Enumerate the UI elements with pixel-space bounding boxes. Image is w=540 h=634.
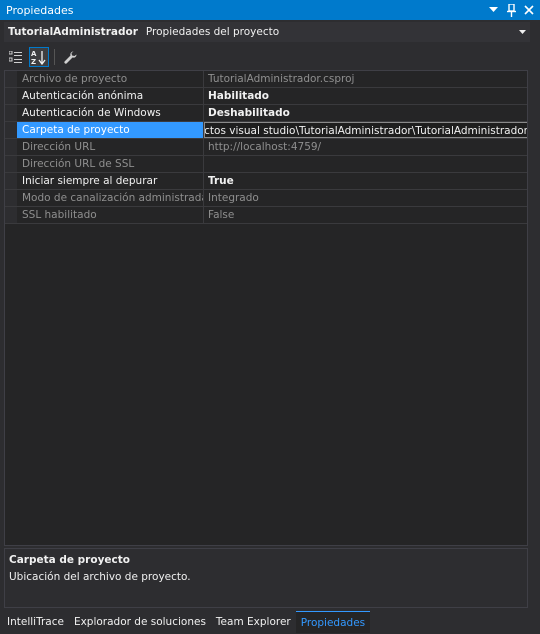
property-row[interactable]: Dirección URL de SSL	[5, 156, 527, 173]
close-icon[interactable]	[522, 2, 536, 18]
row-gutter	[5, 190, 17, 206]
window-title: Propiedades	[6, 3, 74, 17]
property-row[interactable]: SSL habilitado False	[5, 207, 527, 224]
wrench-icon[interactable]	[60, 47, 80, 67]
categorized-icon[interactable]	[6, 47, 26, 67]
properties-toolbar: A Z	[4, 46, 530, 68]
description-title: Carpeta de proyecto	[9, 554, 130, 566]
svg-text:A: A	[31, 50, 37, 58]
tab-explorador-de-soluciones[interactable]: Explorador de soluciones	[69, 611, 211, 633]
property-value[interactable]: False	[204, 207, 527, 223]
property-name: Autenticación anónima	[17, 88, 204, 104]
pin-icon[interactable]	[504, 2, 518, 18]
row-gutter	[5, 105, 17, 121]
property-value[interactable]: TutorialAdministrador.csproj	[204, 71, 527, 87]
property-grid: Archivo de proyecto TutorialAdministrado…	[4, 70, 528, 546]
row-gutter	[5, 139, 17, 155]
property-value[interactable]: True	[204, 173, 527, 189]
alphabetical-icon[interactable]: A Z	[29, 47, 49, 67]
tool-window-tabs: IntelliTrace Explorador de soluciones Te…	[0, 610, 540, 634]
property-name: Autenticación de Windows	[17, 105, 204, 121]
tab-team-explorer[interactable]: Team Explorer	[211, 611, 296, 633]
row-gutter	[5, 88, 17, 104]
object-selector-dropdown[interactable]: TutorialAdministrador Propiedades del pr…	[4, 22, 530, 42]
property-value[interactable]	[204, 156, 527, 172]
property-value[interactable]: Deshabilitado	[204, 105, 527, 121]
tab-propiedades[interactable]: Propiedades	[295, 611, 371, 633]
object-name: TutorialAdministrador	[8, 26, 138, 38]
property-row[interactable]: Dirección URL http://localhost:4759/	[5, 139, 527, 156]
property-value[interactable]: Integrado	[204, 190, 527, 206]
chevron-down-icon	[519, 27, 526, 36]
property-row[interactable]: Modo de canalización administrada Integr…	[5, 190, 527, 207]
property-row[interactable]: Archivo de proyecto TutorialAdministrado…	[5, 71, 527, 88]
svg-text:Z: Z	[31, 58, 36, 65]
row-gutter	[5, 156, 17, 172]
property-row[interactable]: Autenticación anónima Habilitado	[5, 88, 527, 105]
tab-intellitrace[interactable]: IntelliTrace	[2, 611, 69, 633]
row-gutter	[5, 122, 17, 138]
property-value[interactable]: http://localhost:4759/	[204, 139, 527, 155]
row-gutter	[5, 71, 17, 87]
description-text: Ubicación del archivo de proyecto.	[9, 571, 191, 583]
property-name: Carpeta de proyecto	[17, 122, 204, 138]
property-name: Modo de canalización administrada	[17, 190, 204, 206]
properties-window-titlebar[interactable]: Propiedades	[0, 0, 540, 20]
toolbar-separator	[54, 49, 55, 65]
property-name: Iniciar siempre al depurar	[17, 173, 204, 189]
property-name: Dirección URL	[17, 139, 204, 155]
row-gutter	[5, 173, 17, 189]
property-name: Dirección URL de SSL	[17, 156, 204, 172]
property-name: SSL habilitado	[17, 207, 204, 223]
window-menu-dropdown-icon[interactable]	[486, 2, 500, 18]
property-row[interactable]: Autenticación de Windows Deshabilitado	[5, 105, 527, 122]
property-row[interactable]: Iniciar siempre al depurar True	[5, 173, 527, 190]
titlebar-buttons	[486, 2, 536, 18]
property-value[interactable]: Habilitado	[204, 88, 527, 104]
property-row-selected[interactable]: Carpeta de proyecto royectos visual stud…	[5, 122, 527, 139]
property-value-input[interactable]: royectos visual studio\TutorialAdministr…	[204, 122, 527, 138]
object-type: Propiedades del proyecto	[145, 26, 280, 38]
description-pane: Carpeta de proyecto Ubicación del archiv…	[4, 548, 528, 608]
row-gutter	[5, 207, 17, 223]
property-name: Archivo de proyecto	[17, 71, 204, 87]
